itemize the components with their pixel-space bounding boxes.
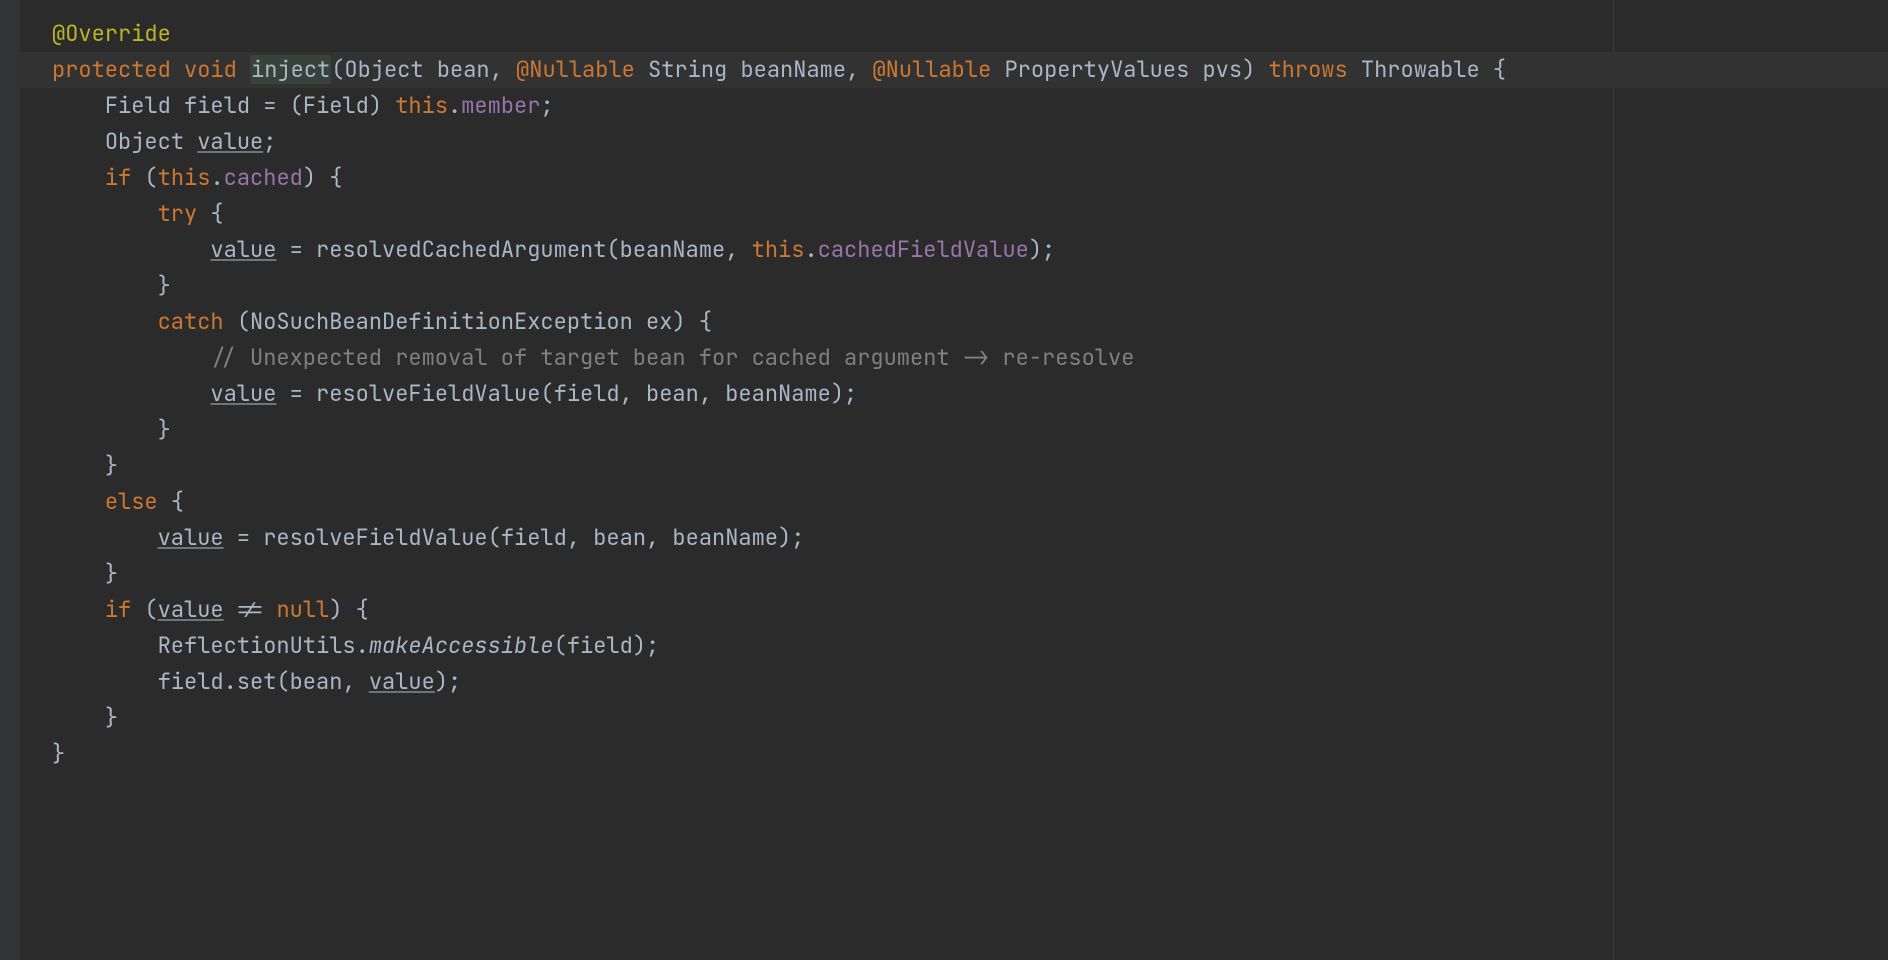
keyword-this-2: this [158, 163, 211, 192]
annotation-nullable-1: @Nullable [516, 55, 635, 84]
var-value-4: value [158, 595, 224, 624]
brace-close-3: } [105, 451, 118, 480]
sig-part-2: String beanName, [635, 55, 873, 84]
neq: != [224, 595, 277, 624]
keyword-this-1: this [395, 91, 448, 120]
brace-close-5: } [105, 703, 118, 732]
keyword-catch: catch [158, 307, 224, 336]
reflection-utils-suffix: (field); [554, 631, 660, 660]
semi-1: ; [540, 91, 553, 120]
keyword-this-3: this [752, 235, 805, 264]
keyword-if-2: if [105, 595, 131, 624]
static-method-makeAccessible: makeAccessible [369, 631, 554, 660]
code-content[interactable]: @Override protected void inject(Object b… [0, 16, 1888, 772]
field-cachedFieldValue: cachedFieldValue [818, 235, 1029, 264]
semi-2: ; [263, 127, 276, 156]
keyword-void: void [184, 55, 237, 84]
object-decl-prefix: Object [105, 127, 197, 156]
keyword-protected: protected [52, 55, 171, 84]
code-editor[interactable]: @Override protected void inject(Object b… [0, 0, 1888, 960]
brace-close-1: } [158, 271, 171, 300]
dot-3: . [804, 235, 817, 264]
else-brace: { [158, 487, 184, 516]
dot-2: . [210, 163, 223, 192]
field-set-suffix: ); [435, 667, 461, 696]
field-set-prefix: field.set(bean, [158, 667, 369, 696]
if-close-2: ) { [329, 595, 369, 624]
keyword-if-1: if [105, 163, 131, 192]
dot-1: . [448, 91, 461, 120]
assign-2: = resolveFieldValue(field, bean, beanNam… [276, 379, 857, 408]
var-value-3: value [158, 523, 224, 552]
assign-3: = resolveFieldValue(field, bean, beanNam… [224, 523, 805, 552]
keyword-null: null [276, 595, 329, 624]
field-cached: cached [224, 163, 303, 192]
catch-rest: (NoSuchBeanDefinitionException ex) { [224, 307, 712, 336]
if-open-2: ( [131, 595, 157, 624]
reflection-utils-prefix: ReflectionUtils. [158, 631, 369, 660]
assign-1: = resolvedCachedArgument(beanName, [276, 235, 751, 264]
method-name-inject[interactable]: inject [250, 55, 331, 84]
brace-close-2: } [158, 415, 171, 444]
throws-type: Throwable { [1348, 55, 1506, 84]
keyword-try: try [158, 199, 198, 228]
sig-part-1: (Object bean, [331, 55, 516, 84]
comment-line: // Unexpected removal of target bean for… [210, 343, 1134, 372]
try-brace: { [197, 199, 223, 228]
if-open-1: ( [131, 163, 157, 192]
brace-close-6: } [52, 739, 65, 768]
brace-close-4: } [105, 559, 118, 588]
var-value-1: value [210, 235, 276, 264]
keyword-throws: throws [1268, 55, 1347, 84]
var-value-5: value [369, 667, 435, 696]
sig-part-3: PropertyValues pvs) [991, 55, 1268, 84]
keyword-else: else [105, 487, 158, 516]
annotation-override: @Override [52, 19, 171, 48]
var-value-2: value [210, 379, 276, 408]
field-decl-prefix: Field field = (Field) [105, 91, 395, 120]
annotation-nullable-2: @Nullable [872, 55, 991, 84]
field-member: member [461, 91, 540, 120]
if-close-1: ) { [303, 163, 343, 192]
var-value-decl: value [197, 127, 263, 156]
line7-end: ); [1029, 235, 1055, 264]
